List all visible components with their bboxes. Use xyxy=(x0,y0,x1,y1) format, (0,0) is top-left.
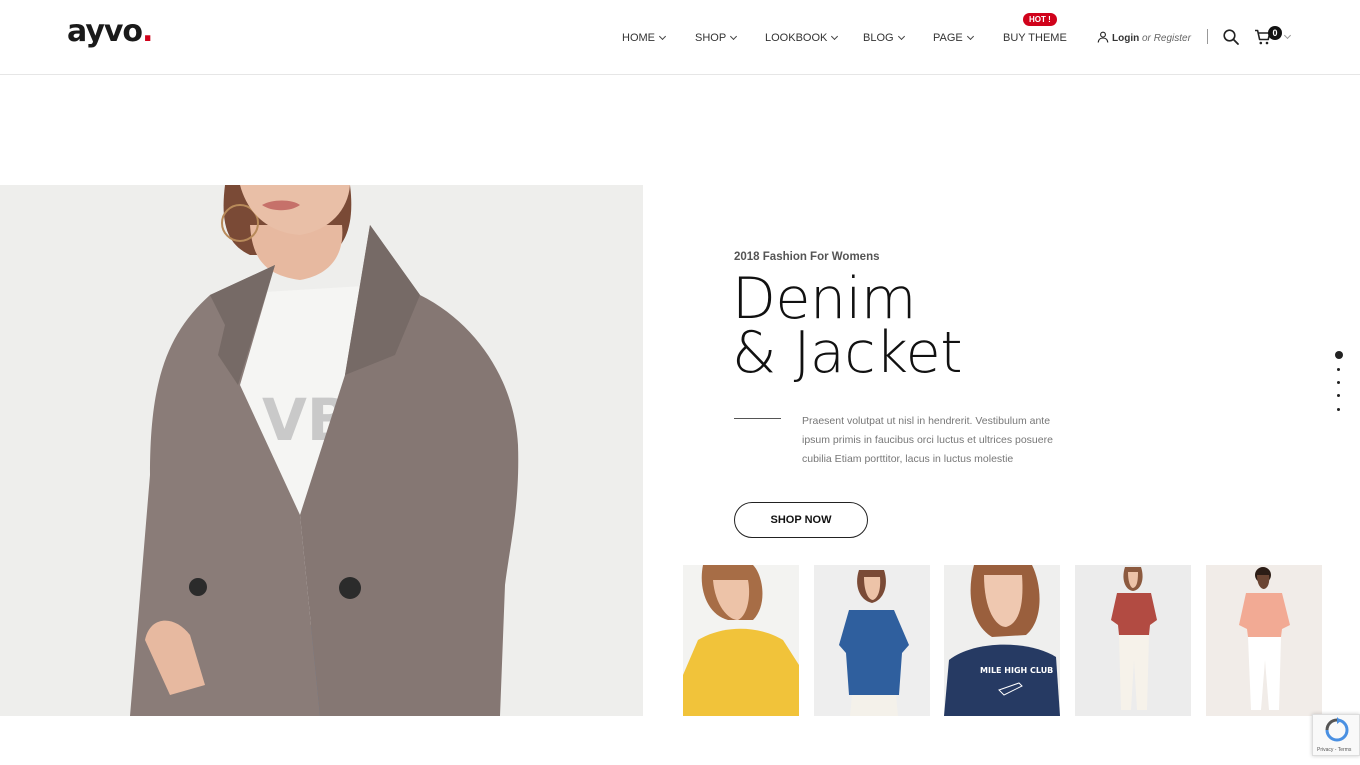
login-register: Login or Register xyxy=(1097,31,1191,46)
chevron-down-icon xyxy=(966,32,974,41)
slider-dot-3[interactable] xyxy=(1337,381,1340,384)
slider-dot-5[interactable] xyxy=(1337,408,1340,411)
slider-dot-1[interactable] xyxy=(1335,351,1343,359)
hero-model-image: VB xyxy=(0,185,643,716)
nav-item-lookbook[interactable]: LOOKBOOK xyxy=(765,31,839,45)
thumbnail-image xyxy=(1206,565,1322,716)
product-thumbnail-yellow-top[interactable] xyxy=(683,565,799,716)
slider-dot-4[interactable] xyxy=(1337,394,1340,397)
site-logo[interactable]: ayvo. xyxy=(67,12,153,52)
product-thumbnail-pink-sweatshirt[interactable] xyxy=(1206,565,1322,716)
chevron-down-icon xyxy=(658,32,667,41)
nav-item-page[interactable]: PAGE xyxy=(933,31,974,45)
nav-item-label: LOOKBOOK xyxy=(765,32,828,44)
recaptcha-text: Privacy - Terms xyxy=(1317,747,1352,753)
recaptcha-icon xyxy=(1325,717,1349,742)
chevron-down-icon[interactable] xyxy=(1283,31,1292,40)
nav-item-shop[interactable]: SHOP xyxy=(695,31,738,45)
nav-item-label: BUY THEME xyxy=(1003,32,1067,44)
slider-dot-2[interactable] xyxy=(1337,368,1340,371)
chevron-down-icon xyxy=(730,32,738,41)
product-thumbnail-blue-top[interactable] xyxy=(814,565,930,716)
thumbnail-image xyxy=(814,565,930,716)
thumbnail-shirt-text: MILE HIGH CLUB xyxy=(980,666,1053,675)
hero-title-line-2: & Jacket xyxy=(732,320,963,386)
shop-now-button[interactable]: SHOP NOW xyxy=(734,502,868,538)
hero-decorative-line xyxy=(734,418,781,419)
cart-count-badge: 0 xyxy=(1268,26,1282,40)
hero-description: Praesent volutpat ut nisl in hendrerit. … xyxy=(802,415,1053,465)
nav-item-label: BLOG xyxy=(863,32,894,44)
chevron-down-icon xyxy=(831,32,839,41)
recaptcha-badge[interactable]: Privacy - Terms xyxy=(1312,714,1360,756)
nav-item-label: PAGE xyxy=(933,32,963,44)
user-icon xyxy=(1097,31,1109,43)
hero-title: Denim & Jacket xyxy=(732,266,963,386)
nav-item-label: HOME xyxy=(622,32,655,44)
nav-item-blog[interactable]: BLOG xyxy=(863,31,905,45)
header-divider xyxy=(1207,29,1208,44)
register-link[interactable]: Register xyxy=(1154,33,1191,44)
hot-badge: HOT ! xyxy=(1023,13,1057,26)
logo-dot: . xyxy=(142,14,153,49)
nav-item-home[interactable]: HOME xyxy=(622,31,667,45)
logo-text: ayvo xyxy=(67,14,143,49)
search-icon[interactable] xyxy=(1222,28,1240,46)
chevron-down-icon xyxy=(897,32,905,41)
nav-item-buy-theme[interactable]: BUY THEME xyxy=(1003,31,1067,45)
thumbnail-image xyxy=(683,565,799,716)
hero-title-line-1: Denim xyxy=(732,266,916,332)
product-thumbnail-navy-sweatshirt[interactable]: MILE HIGH CLUB xyxy=(944,565,1060,716)
site-header: ayvo. HOME SHOP LOOKBOOK BLOG PAGE BUY T… xyxy=(0,0,1360,75)
hero-subtitle: 2018 Fashion For Womens xyxy=(734,251,880,263)
thumbnail-image: MILE HIGH CLUB xyxy=(944,565,1060,716)
nav-item-label: SHOP xyxy=(695,32,727,44)
login-link[interactable]: Login xyxy=(1112,33,1139,44)
thumbnail-image xyxy=(1075,565,1191,716)
login-or-text: or xyxy=(1142,33,1151,44)
hero-model-illustration: VB xyxy=(0,185,643,716)
product-thumbnail-red-top[interactable] xyxy=(1075,565,1191,716)
